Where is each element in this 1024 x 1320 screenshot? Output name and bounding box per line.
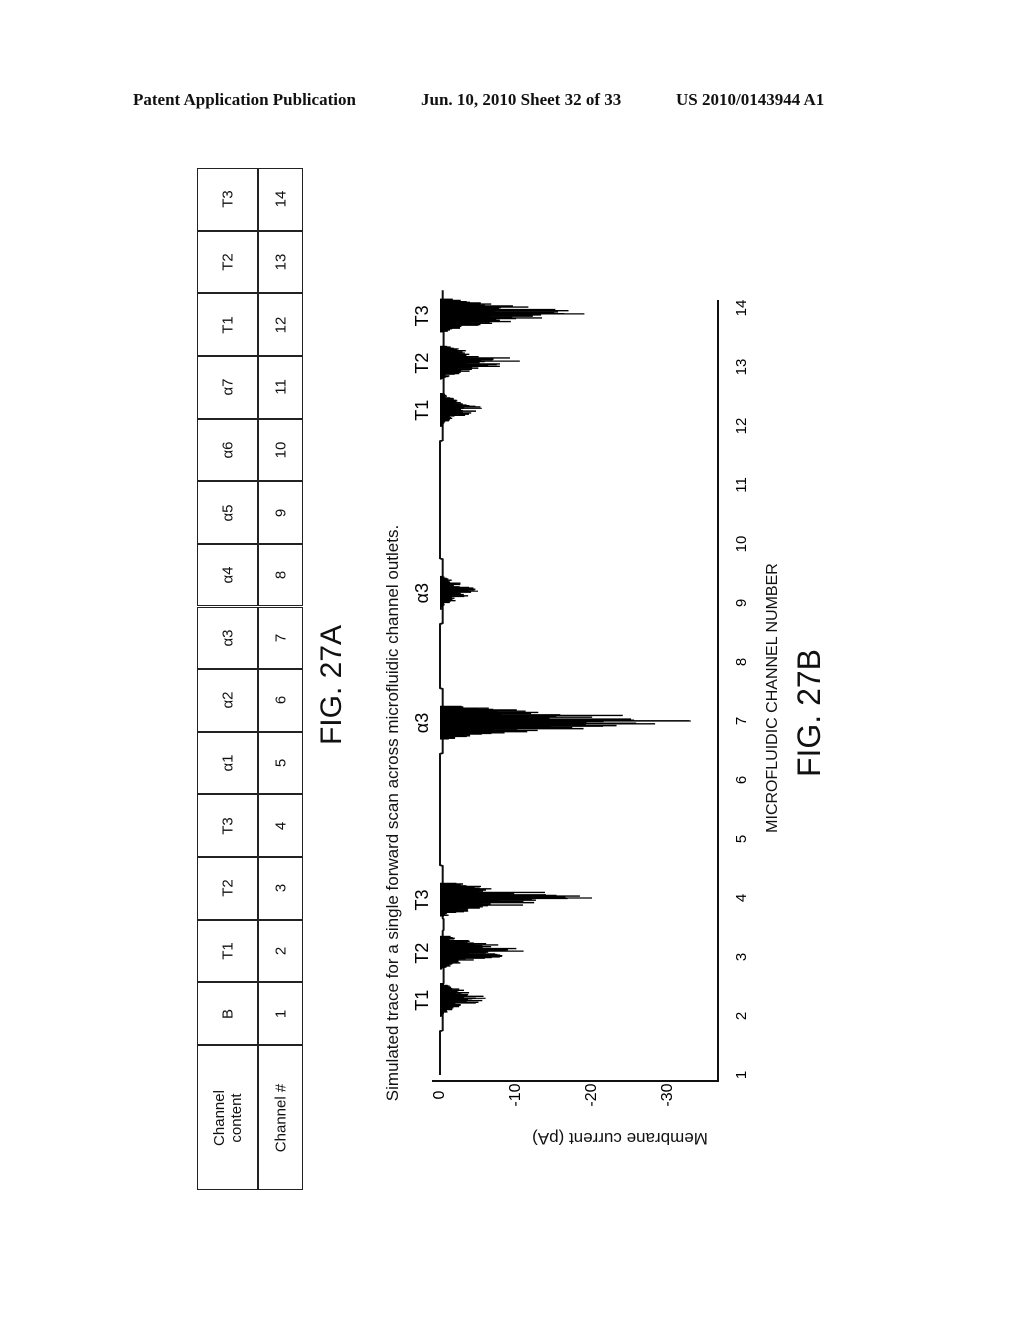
y-tick-label: -10 (507, 1083, 524, 1106)
peak-label: T1 (412, 400, 432, 421)
peak-label: T2 (412, 353, 432, 374)
membrane-current-chart: 12345678910111213140 -10 -20 -30T1T2T3α3α3T… (412, 290, 750, 1107)
peak-2 (440, 882, 592, 917)
peak-label: α3 (412, 583, 432, 603)
fig27b-caption: FIG. 27B (791, 648, 827, 778)
peak-label: T1 (412, 990, 432, 1011)
peak-label: T2 (412, 943, 432, 964)
peak-6 (440, 345, 520, 380)
peak-label: α3 (412, 713, 432, 733)
x-tick-label: 12 (733, 418, 750, 435)
x-tick-label: 5 (733, 835, 750, 843)
x-tick-label: 10 (733, 536, 750, 553)
x-tick-label: 1 (733, 1071, 750, 1079)
peak-4 (440, 575, 478, 610)
x-tick-label: 11 (733, 477, 750, 493)
x-tick-label: 7 (733, 717, 750, 725)
x-tick-label: 6 (733, 776, 750, 784)
peak-3 (440, 705, 691, 740)
x-tick-label: 9 (733, 599, 750, 607)
x-tick-label: 8 (733, 658, 750, 666)
chart-title: Simulated trace for a single forward sca… (383, 524, 402, 1102)
y-tick-label: -30 (659, 1083, 676, 1106)
peak-1 (440, 935, 524, 970)
peak-7 (440, 298, 585, 333)
x-tick-label: 4 (733, 894, 750, 902)
y-tick-label: 0 (431, 1090, 448, 1099)
x-tick-label: 14 (733, 300, 750, 317)
peak-label: T3 (412, 889, 432, 910)
peak-0 (440, 982, 486, 1017)
peak-5 (440, 392, 482, 427)
x-axis-label: MICROFLUIDIC CHANNEL NUMBER (764, 563, 781, 833)
peak-label: T3 (412, 305, 432, 326)
x-tick-label: 2 (733, 1012, 750, 1020)
y-axis-label: Membrane current (pA) (532, 1129, 708, 1148)
x-tick-label: 3 (733, 953, 750, 961)
y-tick-label: -20 (583, 1083, 600, 1106)
x-tick-label: 13 (733, 359, 750, 376)
